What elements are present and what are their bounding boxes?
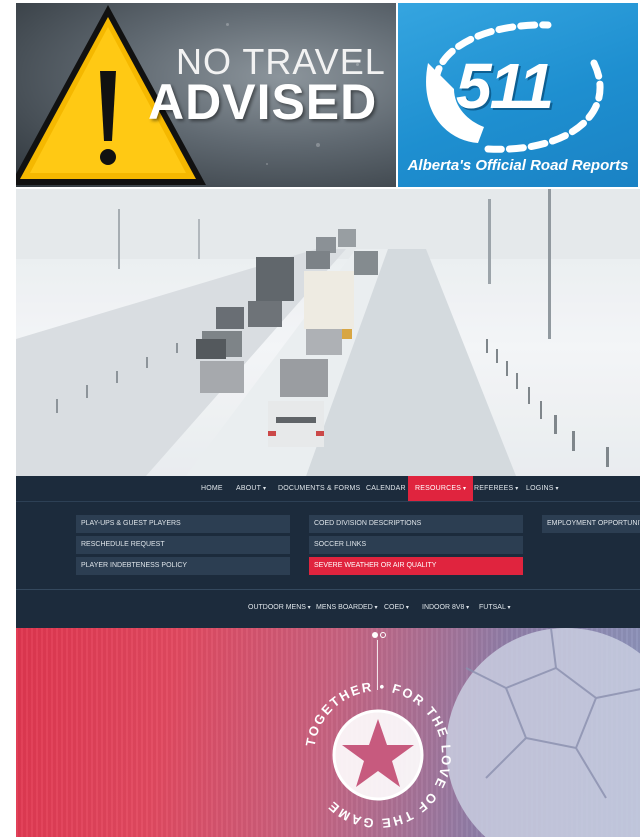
resources-dropdown-menu: PLAY-UPS & GUEST PLAYERS RESCHEDULE REQU… [16, 501, 640, 589]
menu-item-coed-divisions[interactable]: COED DIVISION DESCRIPTIONS [309, 515, 523, 533]
nav-calendar[interactable]: CALENDAR [366, 476, 406, 501]
menu-item-reschedule-request[interactable]: RESCHEDULE REQUEST [76, 536, 290, 554]
menu-item-severe-weather[interactable]: SEVERE WEATHER OR AIR QUALITY [309, 557, 523, 575]
menu-item-play-ups[interactable]: PLAY-UPS & GUEST PLAYERS [76, 515, 290, 533]
nav-documents-forms[interactable]: DOCUMENTS & FORMS [278, 476, 360, 501]
subnav-mens-boarded[interactable]: MENS BOARDED [316, 604, 377, 611]
nav-referees[interactable]: REFEREES [474, 476, 518, 501]
menu-item-employment[interactable]: EMPLOYMENT OPPORTUNITIES [542, 515, 640, 533]
main-navbar: HOME ABOUT DOCUMENTS & FORMS CALENDAR RE… [16, 476, 640, 501]
subnav-indoor-8v8[interactable]: INDOOR 8V8 [422, 604, 469, 611]
together-emblem: TOGETHER • FOR THE LOVE OF THE GAME [303, 679, 453, 831]
menu-item-soccer-links[interactable]: SOCCER LINKS [309, 536, 523, 554]
subnav-outdoor-mens[interactable]: OUTDOOR MENS [248, 604, 311, 611]
snowy-highway-photo [16, 189, 640, 476]
subnav-coed[interactable]: COED [384, 604, 409, 611]
nav-home[interactable]: HOME [201, 476, 223, 501]
menu-item-player-indebtedness[interactable]: PLAYER INDEBTENESS POLICY [76, 557, 290, 575]
road-reports-caption: Alberta's Official Road Reports [407, 157, 629, 174]
logo-511: 511 [456, 50, 554, 122]
alberta-511-banner: 511 Alberta's Official Road Reports [398, 3, 638, 187]
nav-logins[interactable]: LOGINS [526, 476, 559, 501]
nav-about[interactable]: ABOUT [236, 476, 266, 501]
hero-banner: TOGETHER • FOR THE LOVE OF THE GAME [16, 628, 640, 837]
subnav-futsal[interactable]: FUTSAL [479, 604, 511, 611]
carousel-dot[interactable] [380, 632, 386, 638]
division-subnav: OUTDOOR MENS MENS BOARDED COED INDOOR 8V… [16, 589, 640, 628]
nav-resources[interactable]: RESOURCES [408, 476, 474, 501]
banner-line-advised: ADVISED [148, 74, 378, 130]
carousel-dot-active[interactable] [372, 632, 378, 638]
no-travel-advised-banner: NO TRAVEL ADVISED [16, 3, 396, 187]
soccer-ball-image [446, 628, 640, 837]
